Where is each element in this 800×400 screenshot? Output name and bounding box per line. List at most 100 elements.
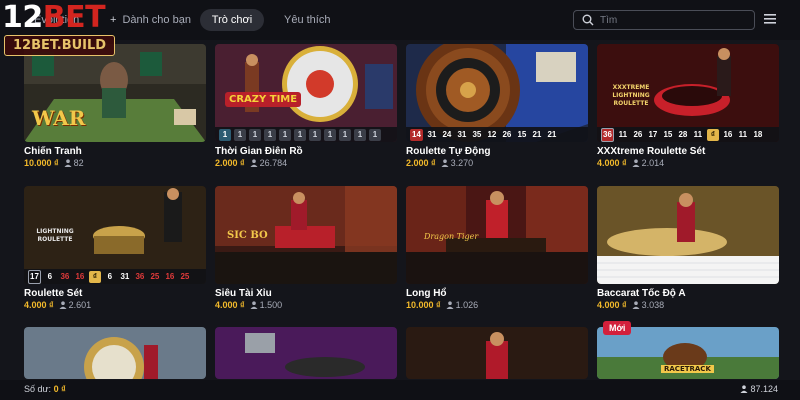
search-box[interactable] (573, 10, 755, 30)
result-item: 6 (47, 271, 53, 281)
game-thumbnail[interactable] (215, 327, 397, 379)
min-bet: 4.000 ₫ (24, 300, 54, 310)
result-item: 36 (135, 271, 145, 281)
new-badge: Mới (603, 321, 632, 335)
result-item: 25 (150, 271, 160, 281)
result-item: 1 (234, 128, 246, 141)
thumb-label: RACETRACK (661, 365, 714, 373)
game-title: Siêu Tài Xỉu (215, 288, 272, 299)
result-item: 1 (249, 128, 261, 141)
result-item: 26 (502, 129, 512, 139)
game-title: Baccarat Tốc Độ A (597, 288, 686, 299)
thumb-label: SIC BO (227, 230, 268, 241)
game-thumbnail[interactable]: SIC BO (215, 186, 397, 284)
person-icon (441, 159, 449, 167)
game-meta: 10.000 ₫ 1.026 (406, 300, 478, 310)
person-icon (250, 159, 258, 167)
person-icon (250, 301, 258, 309)
result-item: 1 (354, 128, 366, 141)
min-bet: 10.000 ₫ (24, 158, 59, 168)
menu-icon[interactable] (764, 14, 776, 24)
min-bet: 10.000 ₫ (406, 300, 441, 310)
result-item: 24 (442, 129, 452, 139)
result-item: 18 (753, 129, 763, 139)
result-item: 21 (532, 129, 542, 139)
player-count: 2.014 (632, 158, 664, 168)
result-item: 35 (472, 129, 482, 139)
result-strip: 36 11 26 17 15 28 11 ₫ 16 11 18 (597, 127, 779, 142)
result-item: 14 (410, 128, 423, 141)
result-item: 1 (309, 128, 321, 141)
result-item: 16 (165, 271, 175, 281)
game-title: Roulette Sét (24, 288, 83, 299)
result-item: 17 (648, 129, 658, 139)
player-count: 1.026 (446, 300, 478, 310)
game-thumbnail[interactable]: XXXTREME LIGHTNING ROULETTE 36 11 26 17 … (597, 44, 779, 142)
game-thumbnail[interactable]: CRAZY TIME 1 1 1 1 1 1 1 1 1 1 1 (215, 44, 397, 142)
brand-logo[interactable]: 12BET 12BET.BUILD (2, 2, 164, 60)
result-item: 26 (633, 129, 643, 139)
game-thumbnail[interactable]: LIGHTNING ROULETTE 17 6 36 16 ₫ 6 31 36 … (24, 186, 206, 284)
result-item: 11 (738, 129, 748, 139)
balance: Số dư: 0 ₫ (24, 384, 66, 394)
result-item: 36 (601, 127, 614, 142)
result-strip: 17 6 36 16 ₫ 6 31 36 25 16 25 (24, 269, 206, 284)
game-thumbnail[interactable] (24, 327, 206, 379)
thumb-label: XXXTREME LIGHTNING ROULETTE (612, 84, 650, 107)
game-title: Long Hổ (406, 288, 447, 299)
player-count: 26.784 (250, 158, 287, 168)
result-item: ₫ (706, 128, 719, 141)
game-title: Chiến Tranh (24, 146, 82, 157)
game-meta: 4.000 ₫ 2.014 (597, 158, 664, 168)
person-icon (632, 159, 640, 167)
logo-text: 12BET (2, 0, 106, 35)
result-item: 31 (120, 271, 130, 281)
min-bet: 2.000 ₫ (215, 158, 245, 168)
game-meta: 4.000 ₫ 1.500 (215, 300, 282, 310)
result-item: 36 (60, 271, 70, 281)
result-item: 1 (324, 128, 336, 141)
balance-value: 0 ₫ (53, 384, 66, 394)
game-thumbnail[interactable]: Dragon Tiger (406, 186, 588, 284)
min-bet: 4.000 ₫ (597, 300, 627, 310)
result-item: 28 (678, 129, 688, 139)
result-item: 17 (28, 269, 41, 284)
footer-bar: Số dư: 0 ₫ 87.124 (0, 380, 800, 400)
person-icon (446, 301, 454, 309)
search-icon (582, 14, 594, 26)
thumb-label: WAR (32, 106, 86, 130)
thumb-label: Dragon Tiger (424, 232, 479, 241)
result-item: 1 (279, 128, 291, 141)
game-meta: 2.000 ₫ 26.784 (215, 158, 287, 168)
game-thumbnail[interactable]: 14 31 24 31 35 12 26 15 21 21 (406, 44, 588, 142)
result-strip: 1 1 1 1 1 1 1 1 1 1 1 (215, 127, 397, 142)
result-item: 15 (517, 129, 527, 139)
thumb-label: LIGHTNING ROULETTE (36, 228, 74, 243)
result-item: 31 (427, 129, 437, 139)
nav-tab-favorites[interactable]: Yêu thích (284, 9, 330, 31)
game-thumbnail[interactable] (406, 327, 588, 379)
nav-tab-games[interactable]: Trò chơi (200, 9, 264, 31)
game-title: Roulette Tự Động (406, 146, 491, 157)
balance-label: Số dư: (24, 384, 52, 394)
result-item: 16 (723, 129, 733, 139)
online-count: 87.124 (740, 384, 778, 394)
search-input[interactable] (600, 13, 750, 27)
person-icon (59, 301, 67, 309)
result-item: 1 (264, 128, 276, 141)
player-count: 2.601 (59, 300, 91, 310)
thumb-label: CRAZY TIME (225, 92, 302, 107)
result-item: 1 (369, 128, 381, 141)
player-count: 1.500 (250, 300, 282, 310)
min-bet: 2.000 ₫ (406, 158, 436, 168)
result-item: 1 (339, 128, 351, 141)
game-thumbnail[interactable] (597, 186, 779, 284)
person-icon (632, 301, 640, 309)
game-meta: 10.000 ₫ 82 (24, 158, 84, 168)
result-item: 12 (487, 129, 497, 139)
result-item: 6 (107, 271, 113, 281)
game-meta: 2.000 ₫ 3.270 (406, 158, 473, 168)
result-item: 15 (663, 129, 673, 139)
result-item: 11 (618, 129, 628, 139)
result-item: 1 (219, 128, 231, 141)
